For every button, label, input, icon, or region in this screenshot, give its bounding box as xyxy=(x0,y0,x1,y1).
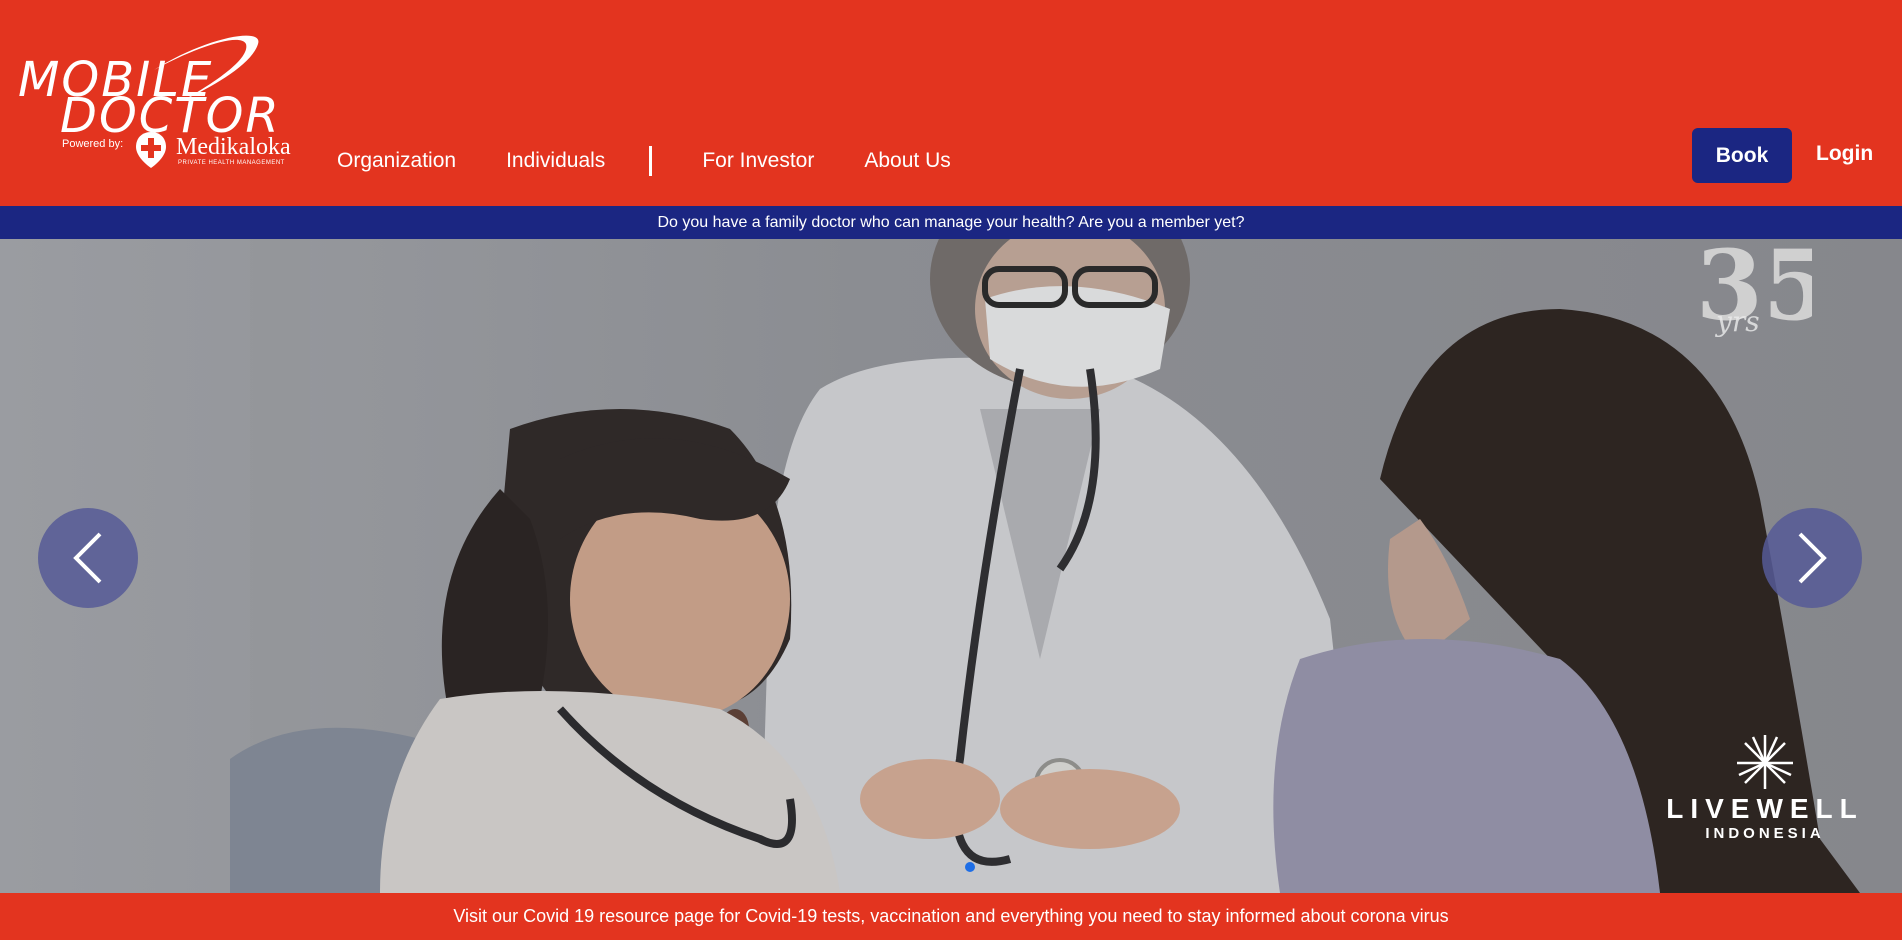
nav-divider xyxy=(649,146,653,176)
login-button[interactable]: Login xyxy=(1816,142,1873,166)
svg-text:yrs: yrs xyxy=(1714,305,1760,338)
announcement-bar[interactable]: Do you have a family doctor who can mana… xyxy=(0,206,1902,239)
livewell-logo: LIVEWELL INDONESIA xyxy=(1660,729,1870,849)
covid-resource-notice[interactable]: Visit our Covid 19 resource page for Cov… xyxy=(0,893,1902,940)
livewell-title: LIVEWELL xyxy=(1666,793,1864,824)
partner-name: Medikaloka xyxy=(176,134,291,160)
book-button[interactable]: Book xyxy=(1692,128,1792,183)
livewell-subtitle: INDONESIA xyxy=(1705,825,1825,842)
35-years-anniversary-icon: 35 yrs xyxy=(1696,239,1812,342)
carousel-next-button[interactable] xyxy=(1762,508,1862,608)
nav-item-organization[interactable]: Organization xyxy=(337,149,456,173)
nav-item-for-investor[interactable]: For Investor xyxy=(702,149,814,173)
carousel-dot-active[interactable] xyxy=(965,862,975,872)
nav-item-about-us[interactable]: About Us xyxy=(864,149,950,173)
partner-tagline: PRIVATE HEALTH MANAGEMENT xyxy=(178,160,285,166)
nav-item-individuals[interactable]: Individuals xyxy=(506,149,605,173)
chevron-left-icon xyxy=(73,532,102,584)
hero-slide-image xyxy=(0,239,1902,893)
carousel-prev-button[interactable] xyxy=(38,508,138,608)
medikaloka-cross-icon xyxy=(136,132,166,168)
mobile-doctor-logo[interactable]: MOBILE DOCTOR Powered by: Medikaloka PRI… xyxy=(14,30,294,180)
chevron-right-icon xyxy=(1798,532,1827,584)
main-nav: Organization Individuals For Investor Ab… xyxy=(337,146,1001,176)
powered-by-label: Powered by: xyxy=(62,138,124,150)
hero-carousel: 35 yrs LIVEWELL INDONESIA xyxy=(0,239,1902,893)
logo-text-doctor: DOCTOR xyxy=(60,88,281,144)
site-header: MOBILE DOCTOR Powered by: Medikaloka PRI… xyxy=(0,0,1902,206)
livewell-flower-icon xyxy=(1737,735,1793,789)
